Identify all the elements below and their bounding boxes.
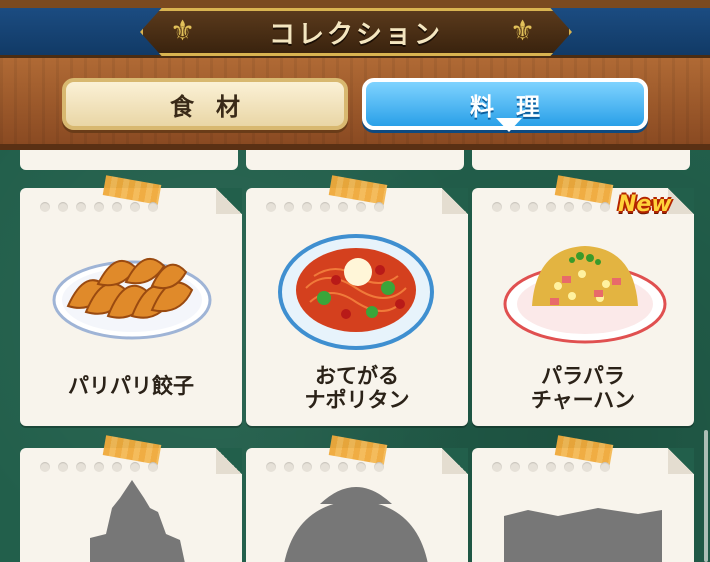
napolitan-spaghetti-icon <box>278 234 434 350</box>
binder-holes <box>492 462 610 472</box>
page-title: コレクション <box>268 19 443 50</box>
gyoza-icon <box>52 257 212 340</box>
tab-ingredients[interactable]: 食材 <box>62 78 348 130</box>
partial-card <box>246 150 464 170</box>
partial-card <box>20 150 238 170</box>
binder-holes <box>40 202 158 212</box>
dish-name-line1: パラパラ <box>541 364 625 388</box>
partial-card <box>472 150 690 170</box>
dish-card-locked[interactable] <box>472 435 694 562</box>
dish-card-gyoza[interactable]: パリパリ餃子 <box>20 175 242 426</box>
dish-name-line2: チャーハン <box>530 388 636 412</box>
dish-card-locked[interactable] <box>20 435 242 562</box>
dish-name-line2: ナポリタン <box>304 388 410 412</box>
binder-holes <box>40 462 158 472</box>
dish-name-line1: おてがる <box>315 364 399 388</box>
locked-silhouette-icon <box>90 480 185 562</box>
active-tab-pointer <box>496 118 522 132</box>
binder-holes <box>266 462 384 472</box>
binder-holes <box>266 202 384 212</box>
title-plate: コレクション <box>140 8 572 56</box>
dish-card-locked[interactable] <box>246 435 468 562</box>
fried-rice-icon <box>503 246 667 344</box>
fleur-de-lis-icon: ⚜ <box>510 14 536 47</box>
scrollbar[interactable] <box>704 430 708 562</box>
new-badge: New <box>618 192 672 217</box>
binder-holes <box>492 202 610 212</box>
fleur-de-lis-icon: ⚜ <box>170 14 196 47</box>
tab-bar: 食材 料理 <box>0 58 710 150</box>
dish-card-fried-rice[interactable]: パラパラ チャーハン <box>472 175 694 426</box>
locked-silhouette-icon <box>504 508 662 562</box>
locked-silhouette-icon <box>284 487 428 562</box>
dish-card-napolitan[interactable]: おてがる ナポリタン <box>246 175 468 426</box>
dish-name: パリパリ餃子 <box>68 374 194 398</box>
